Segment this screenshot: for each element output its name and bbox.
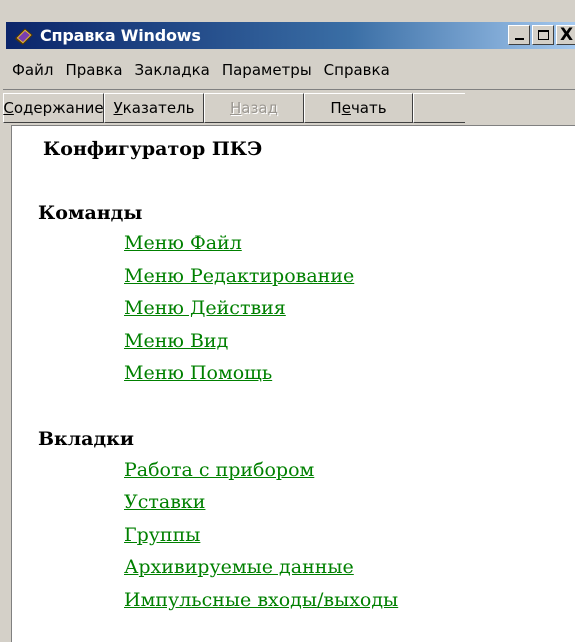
back-label: Назад <box>229 99 278 117</box>
index-label: Указатель <box>113 99 195 117</box>
page-title: Конфигуратор ПКЭ <box>43 138 263 160</box>
link-menu-view[interactable]: Меню Вид <box>124 330 228 352</box>
print-button[interactable]: Печать <box>304 93 413 123</box>
index-button[interactable]: Указатель <box>104 93 204 123</box>
toolbar: Содержание Указатель Назад Печать <box>3 89 575 125</box>
link-menu-edit[interactable]: Меню Редактирование <box>124 265 354 287</box>
link-archived-data[interactable]: Архивируемые данные <box>124 556 354 578</box>
link-menu-file[interactable]: Меню Файл <box>124 232 242 254</box>
topic-pane[interactable]: Конфигуратор ПКЭ Команды Меню Файл Меню … <box>11 125 575 642</box>
contents-label: Содержание <box>3 99 104 117</box>
window-title: Справка Windows <box>40 26 201 45</box>
link-setpoints[interactable]: Уставки <box>124 491 205 513</box>
maximize-icon <box>538 30 549 40</box>
window-controls: X <box>506 25 575 45</box>
close-icon: X <box>560 25 574 45</box>
section-title-tabs: Вкладки <box>38 428 134 450</box>
link-menu-help[interactable]: Меню Помощь <box>124 362 272 384</box>
menu-bookmark[interactable]: Закладка <box>129 61 216 79</box>
link-device-work[interactable]: Работа с прибором <box>124 459 314 481</box>
menu-options[interactable]: Параметры <box>216 61 318 79</box>
menu-edit[interactable]: Правка <box>59 61 128 79</box>
menu-help[interactable]: Справка <box>318 61 396 79</box>
close-button[interactable]: X <box>556 25 575 45</box>
help-window: Справка Windows X Файл Правка Закладка П… <box>0 0 575 642</box>
contents-button[interactable]: Содержание <box>3 93 104 123</box>
link-pulse-io[interactable]: Импульсные входы/выходы <box>124 589 398 611</box>
print-label: Печать <box>330 99 387 117</box>
link-menu-actions[interactable]: Меню Действия <box>124 297 286 319</box>
help-book-icon <box>14 26 34 46</box>
section-title-commands: Команды <box>38 202 143 224</box>
maximize-button[interactable] <box>532 25 554 45</box>
link-groups[interactable]: Группы <box>124 524 200 546</box>
title-bar[interactable]: Справка Windows X <box>6 22 575 49</box>
back-button[interactable]: Назад <box>204 93 304 123</box>
menu-bar: Файл Правка Закладка Параметры Справка <box>6 58 575 82</box>
minimize-button[interactable] <box>508 25 530 45</box>
menu-file[interactable]: Файл <box>6 61 59 79</box>
minimize-icon <box>515 38 524 40</box>
toolbar-spacer <box>413 93 465 123</box>
